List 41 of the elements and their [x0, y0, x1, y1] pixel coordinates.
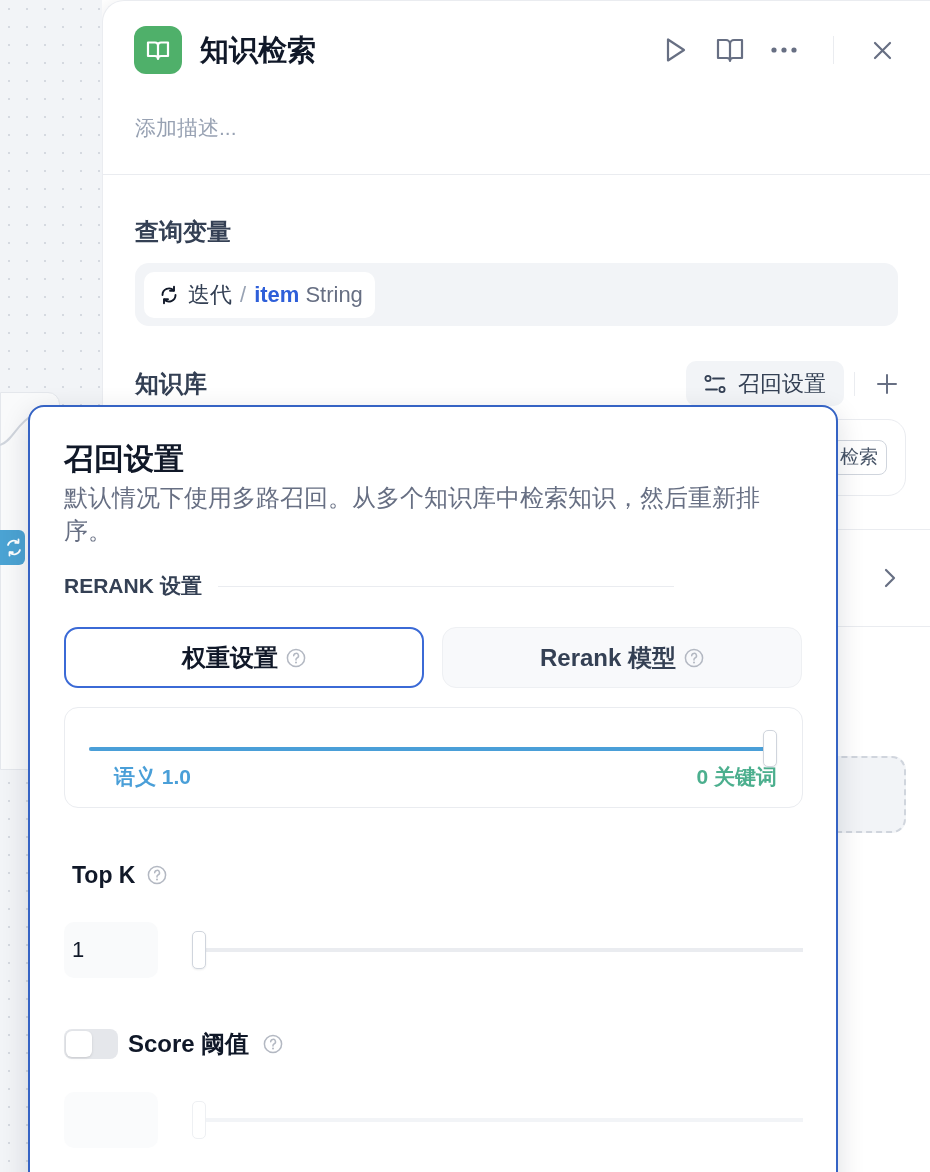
help-icon — [684, 647, 704, 668]
add-button[interactable] — [876, 372, 898, 395]
loop-icon — [0, 530, 25, 565]
help-icon — [263, 1034, 284, 1054]
more-icon — [771, 47, 797, 53]
help-doc-button[interactable] — [716, 36, 744, 64]
close-icon — [872, 40, 892, 60]
dialog-description: 默认情况下使用多路召回。从多个知识库中检索知识，然后重新排序。 — [64, 483, 761, 546]
description-input[interactable]: 添加描述... — [135, 113, 898, 143]
slider-fill[interactable] — [89, 746, 763, 751]
loop-icon — [159, 284, 179, 305]
play-icon — [665, 37, 687, 63]
chevron-right-icon[interactable] — [884, 568, 896, 588]
slider-thumb[interactable] — [763, 730, 777, 767]
book-icon — [716, 37, 744, 63]
help-icon — [286, 647, 306, 668]
plus-icon — [877, 373, 897, 394]
sliders-icon — [704, 373, 726, 394]
section-label: 知识库 — [135, 368, 207, 399]
field-label: Score 阈值 — [128, 1029, 250, 1059]
section-label: 查询变量 — [135, 217, 232, 247]
variable-chip[interactable]: 迭代 / item String — [144, 271, 375, 318]
score-threshold-toggle[interactable] — [64, 1029, 118, 1059]
variable-type: String — [305, 281, 363, 309]
query-variable-field[interactable]: 迭代 / item String — [135, 263, 898, 326]
panel-title: 知识检索 — [200, 33, 316, 68]
keyword-weight-label: 0 关键词 — [696, 764, 777, 790]
dialog-title: 召回设置 — [64, 441, 185, 477]
mode-tab[interactable]: Rerank 模型 — [442, 627, 802, 688]
help-icon — [147, 865, 168, 885]
path-separator: / — [240, 281, 247, 309]
top-k-input[interactable]: 1 — [64, 922, 158, 978]
variable-source: 迭代 — [188, 281, 232, 309]
recall-settings-button[interactable]: 召回设置 — [686, 361, 844, 406]
section-title: RERANK 设置 — [64, 573, 202, 599]
slider-thumb[interactable] — [192, 931, 206, 969]
semantic-weight-label: 语义 1.0 — [114, 764, 192, 790]
variable-name: item — [254, 281, 300, 309]
field-label: Top K — [72, 861, 136, 890]
mode-tab[interactable]: 权重设置 — [64, 627, 424, 688]
book-icon — [134, 26, 182, 74]
